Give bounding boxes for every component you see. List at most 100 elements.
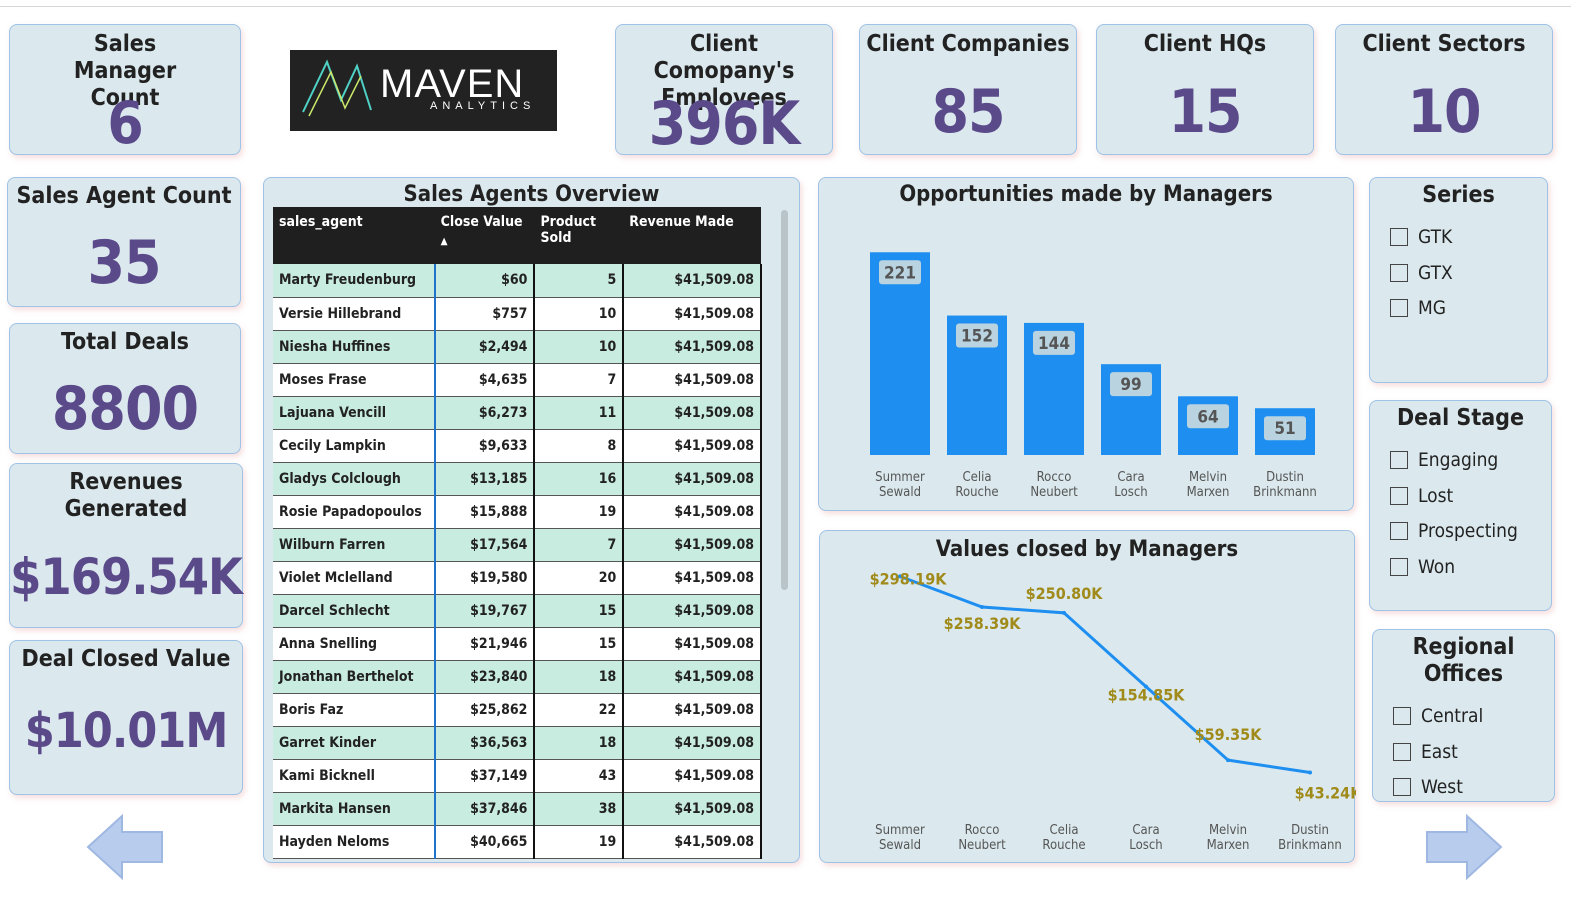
data-label: 99 [1120, 375, 1141, 395]
agent-name-cell: Anna Snelling [273, 627, 436, 661]
product-sold-cell: 19 [534, 495, 625, 529]
slicer-option-west[interactable]: West [1393, 776, 1463, 798]
table-row[interactable]: Cecily Lampkin $9,633 8 $41,509.08 [273, 429, 762, 463]
checkbox[interactable] [1390, 451, 1408, 469]
kpi-label: Client Companies [866, 31, 1070, 57]
x-tick-label: Dustin [1291, 823, 1329, 838]
revenue-made-cell: $41,509.08 [623, 396, 762, 430]
data-point[interactable] [1308, 770, 1312, 775]
agent-name-cell: Garret Kinder [273, 726, 436, 760]
slicer-option-won[interactable]: Won [1390, 556, 1455, 578]
kpi-client-sectors[interactable]: Client Sectors 10 [1335, 24, 1553, 155]
table-row[interactable]: Moses Frase $4,635 7 $41,509.08 [273, 363, 762, 397]
checkbox[interactable] [1390, 557, 1408, 576]
top-divider [0, 6, 1571, 7]
right-arrow-icon[interactable] [1423, 812, 1503, 882]
close-value-cell: $4,635 [434, 363, 536, 397]
checkbox[interactable] [1393, 778, 1411, 796]
checkbox[interactable] [1390, 299, 1408, 317]
data-point[interactable] [980, 605, 984, 610]
product-sold-cell: 18 [534, 660, 625, 694]
slicer-option-mg[interactable]: MG [1390, 297, 1446, 319]
product-sold-cell: 38 [534, 792, 625, 826]
slicer-option-central[interactable]: Central [1393, 705, 1483, 727]
data-label: $298.19K [870, 569, 948, 588]
column-header-sales-agent[interactable]: sales_agent [273, 207, 435, 264]
kpi-value: 85 [931, 77, 1005, 147]
checkbox[interactable] [1390, 486, 1408, 505]
table-row[interactable]: Anna Snelling $21,946 15 $41,509.08 [273, 627, 762, 661]
table-scrollbar[interactable] [781, 210, 788, 590]
opportunities-bar-chart: 221 SummerSewald 152 CeliaRouche 144 RoccoNeu… [870, 252, 1317, 500]
slicer-option-gtk[interactable]: GTK [1390, 226, 1452, 248]
opportunities-chart-panel: Opportunities made by Managers 221 Summer… [818, 177, 1354, 511]
slicer-option-label: Won [1418, 555, 1456, 578]
table-row[interactable]: Jonathan Berthelot $23,840 18 $41,509.08 [273, 660, 762, 694]
slicer-option-east[interactable]: East [1393, 741, 1458, 763]
checkbox[interactable] [1390, 228, 1408, 246]
table-row[interactable]: Darcel Schlecht $19,767 15 $41,509.08 [273, 594, 762, 628]
maven-logo-mark-icon [302, 59, 372, 117]
agent-name-cell: Violet Mclelland [273, 561, 436, 595]
table-row[interactable]: Kami Bicknell $37,149 43 $41,509.08 [273, 759, 762, 793]
kpi-client-employees[interactable]: Client Comopany's Employees 396K [615, 24, 833, 159]
agent-name-cell: Versie Hillebrand [273, 297, 436, 331]
close-value-cell: $21,946 [434, 627, 536, 661]
agent-name-cell: Gladys Colclough [273, 462, 436, 496]
close-value-cell: $25,862 [434, 693, 536, 727]
kpi-label: Client HQs [1143, 31, 1267, 57]
close-value-cell: $17,564 [434, 528, 536, 562]
product-sold-cell: 15 [534, 627, 625, 661]
product-sold-cell: 22 [534, 693, 625, 727]
table-row[interactable]: Markita Hansen $37,846 38 $41,509.08 [273, 792, 762, 826]
table-row[interactable]: Hayden Neloms $40,665 19 $41,509.08 [273, 825, 762, 859]
product-sold-cell: 11 [534, 396, 625, 430]
column-header-revenue-made[interactable]: Revenue Made [623, 207, 761, 264]
table-row[interactable]: Marty Freudenburg $60 5 $41,509.08 [273, 264, 762, 298]
slicer-option-gtx[interactable]: GTX [1390, 262, 1453, 284]
kpi-deal-closed-value[interactable]: Deal Closed Value $10.01M [9, 640, 243, 795]
revenue-made-cell: $41,509.08 [623, 759, 762, 793]
close-value-cell: $36,563 [434, 726, 536, 760]
column-header-close-value[interactable]: Close Value ▲ [434, 207, 535, 264]
column-header-product-sold[interactable]: Product Sold [534, 207, 624, 264]
close-value-cell: $19,767 [434, 594, 536, 628]
slicer-option-prospecting[interactable]: Prospecting [1390, 520, 1518, 542]
table-row[interactable]: Lajuana Vencill $6,273 11 $41,509.08 [273, 396, 762, 430]
data-point[interactable] [1226, 758, 1230, 763]
data-label: 64 [1197, 407, 1218, 427]
close-value-cell: $15,888 [434, 495, 536, 529]
values-closed-line-chart: $298.19K SummerSewald $258.39K RoccoNeubert… [870, 569, 1356, 853]
table-row[interactable]: Rosie Papadopoulos $15,888 19 $41,509.08 [273, 495, 762, 529]
agent-name-cell: Hayden Neloms [273, 825, 436, 859]
table-row[interactable]: Gladys Colclough $13,185 16 $41,509.08 [273, 462, 762, 496]
kpi-client-companies[interactable]: Client Companies 85 [859, 24, 1077, 155]
kpi-revenues-generated[interactable]: Revenues Generated $169.54K [9, 463, 243, 628]
kpi-sales-agent-count[interactable]: Sales Agent Count 35 [7, 177, 241, 307]
checkbox[interactable] [1390, 263, 1408, 282]
table-row[interactable]: Violet Mclelland $19,580 20 $41,509.08 [273, 561, 762, 595]
slicer-option-engaging[interactable]: Engaging [1390, 449, 1498, 471]
checkbox[interactable] [1390, 522, 1408, 540]
table-row[interactable]: Niesha Huffines $2,494 10 $41,509.08 [273, 330, 762, 364]
slicer-option-label: Engaging [1418, 449, 1499, 471]
close-value-cell: $37,846 [434, 792, 536, 826]
slicer-option-lost[interactable]: Lost [1390, 485, 1453, 507]
table-row[interactable]: Garret Kinder $36,563 18 $41,509.08 [273, 726, 762, 760]
product-sold-cell: 20 [534, 561, 625, 595]
kpi-total-deals[interactable]: Total Deals 8800 [9, 323, 241, 454]
table-row[interactable]: Boris Faz $25,862 22 $41,509.08 [273, 693, 762, 727]
kpi-label: Deal Closed Value [21, 646, 231, 672]
kpi-sales-manager-count[interactable]: Sales Manager Count 6 [9, 24, 241, 157]
data-label: 221 [884, 263, 916, 283]
left-arrow-icon[interactable] [86, 812, 166, 882]
table-row[interactable]: Versie Hillebrand $757 10 $41,509.08 [273, 297, 762, 331]
kpi-client-hqs[interactable]: Client HQs 15 [1096, 24, 1314, 155]
checkbox[interactable] [1393, 742, 1411, 761]
revenue-made-cell: $41,509.08 [623, 429, 762, 463]
checkbox[interactable] [1393, 707, 1411, 725]
data-point[interactable] [1062, 610, 1066, 615]
x-tick-label: Marxen [1187, 485, 1230, 500]
logo-sub: ANALYTICS [430, 100, 536, 112]
table-row[interactable]: Wilburn Farren $17,564 7 $41,509.08 [273, 528, 762, 562]
